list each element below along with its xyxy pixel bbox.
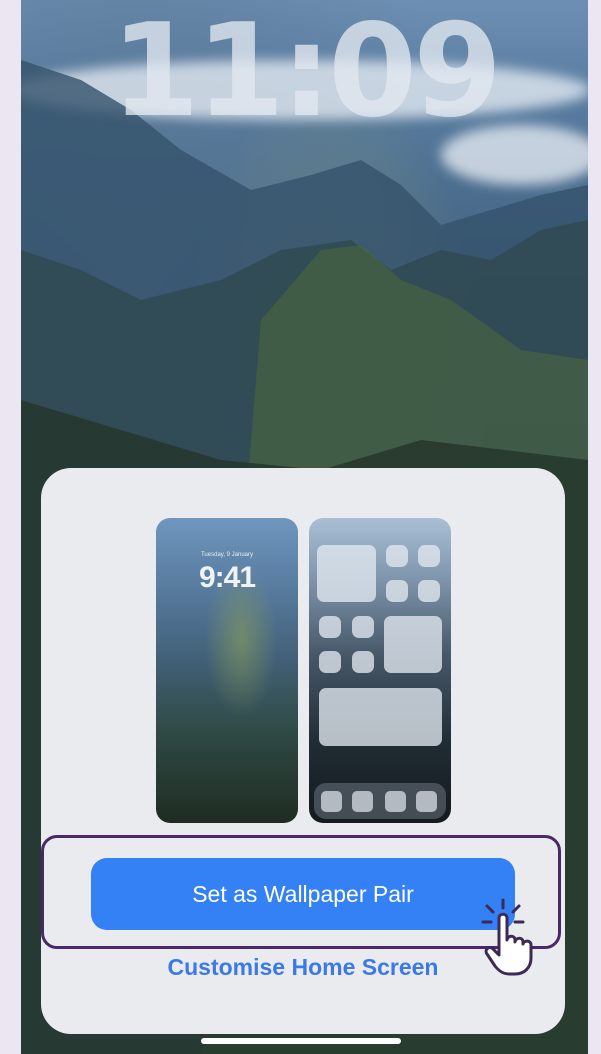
lock-screen-wallpaper: 11:09 Tuesday, 9 January 9:41 Set as Wal… xyxy=(21,0,588,1054)
home-screen-preview[interactable] xyxy=(309,518,451,823)
wallpaper-sheet: Tuesday, 9 January 9:41 Set as Wallpaper… xyxy=(41,468,565,1034)
lock-screen-clock: 11:09 xyxy=(110,0,502,146)
dock-app-icon xyxy=(385,791,406,812)
widget xyxy=(384,616,442,673)
preview-date: Tuesday, 9 January xyxy=(200,552,254,558)
widget xyxy=(317,545,376,602)
dock-app-icon xyxy=(352,791,373,812)
app-icon xyxy=(386,545,408,567)
app-icon xyxy=(352,651,374,673)
home-indicator[interactable] xyxy=(201,1038,401,1044)
dock-app-icon xyxy=(416,791,437,812)
app-icon xyxy=(418,580,440,602)
app-icon xyxy=(319,651,341,673)
app-icon xyxy=(319,616,341,638)
set-as-wallpaper-pair-button[interactable]: Set as Wallpaper Pair xyxy=(91,858,515,930)
widget xyxy=(319,688,442,746)
app-icon xyxy=(386,580,408,602)
app-icon xyxy=(418,545,440,567)
pointer-hand-icon xyxy=(481,898,533,976)
lock-screen-preview[interactable]: Tuesday, 9 January 9:41 xyxy=(156,518,298,823)
preview-time: 9:41 xyxy=(198,561,256,594)
dock xyxy=(314,783,446,819)
dock-app-icon xyxy=(321,791,342,812)
app-icon xyxy=(352,616,374,638)
